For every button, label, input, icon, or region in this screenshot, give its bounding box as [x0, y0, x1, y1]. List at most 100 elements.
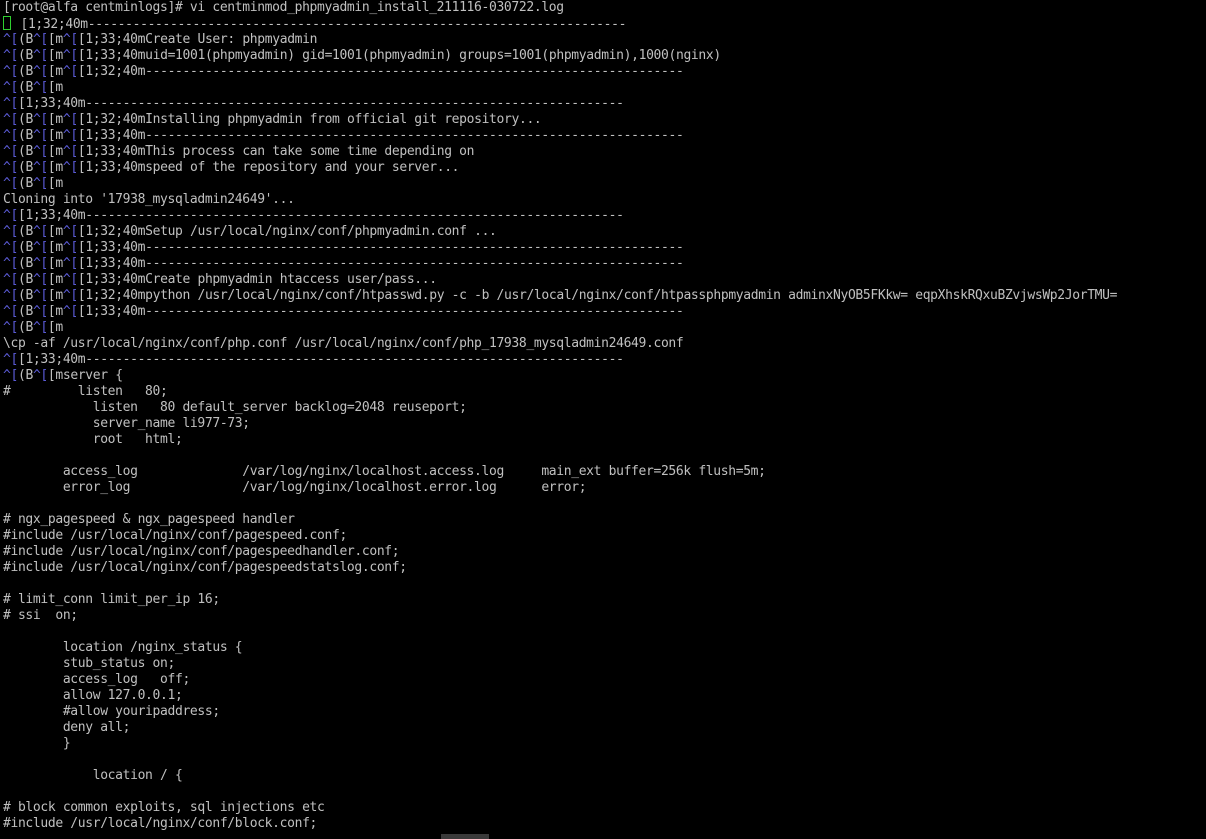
terminal-line: ^[[1;33;40m-----------------------------… — [0, 96, 1206, 112]
terminal-text: [1;33;40m-------------------------------… — [77, 240, 684, 255]
terminal-text: (B — [17, 272, 33, 287]
escape-sequence-glyph: ^[ — [3, 112, 18, 127]
terminal-text: [1;33;40m-------------------------------… — [17, 96, 624, 111]
escape-sequence-glyph: ^[ — [62, 48, 78, 63]
terminal-line: ^[(B^[[mserver { — [0, 368, 1206, 384]
terminal-text: [1;33;40mCreate User: phpmyadmin — [77, 32, 318, 47]
escape-sequence-glyph: ^[ — [32, 224, 48, 239]
text-cursor — [3, 16, 11, 30]
escape-sequence-glyph: ^[ — [62, 272, 78, 287]
terminal-text: (B — [17, 144, 33, 159]
escape-sequence-glyph: ^[ — [3, 272, 18, 287]
escape-sequence-glyph: ^[ — [3, 352, 18, 367]
terminal-text: #include /usr/local/nginx/conf/pagespeed… — [3, 544, 400, 559]
terminal-text: (B — [17, 304, 33, 319]
terminal-text: #allow youripaddress; — [3, 704, 220, 719]
escape-sequence-glyph: ^[ — [32, 48, 48, 63]
terminal-line: #include /usr/local/nginx/conf/pagespeed… — [0, 528, 1206, 544]
escape-sequence-glyph: ^[ — [3, 224, 18, 239]
terminal-text: [m — [47, 112, 63, 127]
escape-sequence-glyph: ^[ — [62, 64, 78, 79]
escape-sequence-glyph: ^[ — [62, 32, 78, 47]
terminal-line: #include /usr/local/nginx/conf/pagespeed… — [0, 544, 1206, 560]
terminal-line: ^[[1;33;40m-----------------------------… — [0, 208, 1206, 224]
terminal-text: [m — [47, 64, 63, 79]
terminal-text: [m — [47, 256, 63, 271]
terminal-text: } — [3, 736, 71, 751]
escape-sequence-glyph: ^[ — [3, 320, 18, 335]
terminal-text: location /nginx_status { — [3, 640, 243, 655]
terminal-text: [m — [47, 32, 63, 47]
escape-sequence-glyph: ^[ — [62, 240, 78, 255]
escape-sequence-glyph: ^[ — [3, 80, 18, 95]
escape-sequence-glyph: ^[ — [3, 256, 18, 271]
terminal-text: \cp -af /usr/local/nginx/conf/php.conf /… — [3, 336, 684, 351]
horizontal-scrollbar-thumb[interactable] — [441, 834, 489, 839]
escape-sequence-glyph: ^[ — [32, 272, 48, 287]
terminal-text: #include /usr/local/nginx/conf/pagespeed… — [3, 560, 407, 575]
escape-sequence-glyph: ^[ — [62, 256, 78, 271]
terminal-line: ^[[1;33;40m-----------------------------… — [0, 352, 1206, 368]
terminal-window[interactable]: [root@alfa centminlogs]# vi centminmod_p… — [0, 0, 1206, 839]
terminal-text: [m — [47, 304, 63, 319]
terminal-text: (B — [17, 128, 33, 143]
terminal-line: location / { — [0, 768, 1206, 784]
terminal-line: ^[(B^[[m^[[1;33;40m---------------------… — [0, 256, 1206, 272]
terminal-line: # limit_conn limit_per_ip 16; — [0, 592, 1206, 608]
terminal-text: [1;32;40m-------------------------------… — [77, 64, 684, 79]
terminal-line: [root@alfa centminlogs]# vi centminmod_p… — [0, 0, 1206, 16]
terminal-text: [1;33;40muid=1001(phpmyadmin) gid=1001(p… — [77, 48, 721, 63]
terminal-line: # ssi on; — [0, 608, 1206, 624]
terminal-text: # ngx_pagespeed & ngx_pagespeed handler — [3, 512, 295, 527]
terminal-text: [1;33;40m-------------------------------… — [77, 304, 684, 319]
escape-sequence-glyph: ^[ — [3, 368, 18, 383]
terminal-line: ^[(B^[[m^[[1;33;40mCreate User: phpmyadm… — [0, 32, 1206, 48]
escape-sequence-glyph: ^[ — [32, 304, 48, 319]
terminal-text: (B — [17, 240, 33, 255]
terminal-text: access_log /var/log/nginx/localhost.acce… — [3, 464, 766, 479]
escape-sequence-glyph: ^[ — [3, 32, 18, 47]
terminal-text: [root@alfa centminlogs]# vi centminmod_p… — [3, 0, 564, 15]
escape-sequence-glyph: ^[ — [62, 224, 78, 239]
terminal-line: \cp -af /usr/local/nginx/conf/php.conf /… — [0, 336, 1206, 352]
terminal-line: [1;32;40m-------------------------------… — [0, 16, 1206, 32]
terminal-line: ^[(B^[[m^[[1;33;40mspeed of the reposito… — [0, 160, 1206, 176]
escape-sequence-glyph: ^[ — [32, 256, 48, 271]
terminal-text: [1;32;40mpython /usr/local/nginx/conf/ht… — [77, 288, 1118, 303]
escape-sequence-glyph: ^[ — [3, 240, 18, 255]
escape-sequence-glyph: ^[ — [32, 176, 48, 191]
escape-sequence-glyph: ^[ — [3, 128, 18, 143]
terminal-line: # listen 80; — [0, 384, 1206, 400]
terminal-text: (B — [17, 64, 33, 79]
terminal-text: # limit_conn limit_per_ip 16; — [3, 592, 220, 607]
terminal-text: [m — [47, 224, 63, 239]
escape-sequence-glyph: ^[ — [3, 64, 18, 79]
escape-sequence-glyph: ^[ — [3, 176, 18, 191]
escape-sequence-glyph: ^[ — [32, 112, 48, 127]
terminal-text: server_name li977-73; — [3, 416, 250, 431]
terminal-line: location /nginx_status { — [0, 640, 1206, 656]
terminal-text: (B — [17, 160, 33, 175]
terminal-line: ^[(B^[[m^[[1;33;40mCreate phpmyadmin hta… — [0, 272, 1206, 288]
terminal-text: [m — [47, 176, 63, 191]
escape-sequence-glyph: ^[ — [3, 144, 18, 159]
escape-sequence-glyph: ^[ — [32, 160, 48, 175]
terminal-line: ^[(B^[[m^[[1;33;40muid=1001(phpmyadmin) … — [0, 48, 1206, 64]
terminal-line: } — [0, 736, 1206, 752]
escape-sequence-glyph: ^[ — [3, 48, 18, 63]
terminal-line: ^[(B^[[m^[[1;33;40m---------------------… — [0, 128, 1206, 144]
terminal-text: [m — [47, 272, 63, 287]
terminal-line: allow 127.0.0.1; — [0, 688, 1206, 704]
escape-sequence-glyph: ^[ — [3, 160, 18, 175]
terminal-line: access_log /var/log/nginx/localhost.acce… — [0, 464, 1206, 480]
escape-sequence-glyph: ^[ — [62, 304, 78, 319]
escape-sequence-glyph: ^[ — [3, 304, 18, 319]
terminal-text: (B — [17, 80, 33, 95]
terminal-text: #include /usr/local/nginx/conf/block.con… — [3, 816, 318, 831]
terminal-text: [1;33;40mThis process can take some time… — [77, 144, 475, 159]
